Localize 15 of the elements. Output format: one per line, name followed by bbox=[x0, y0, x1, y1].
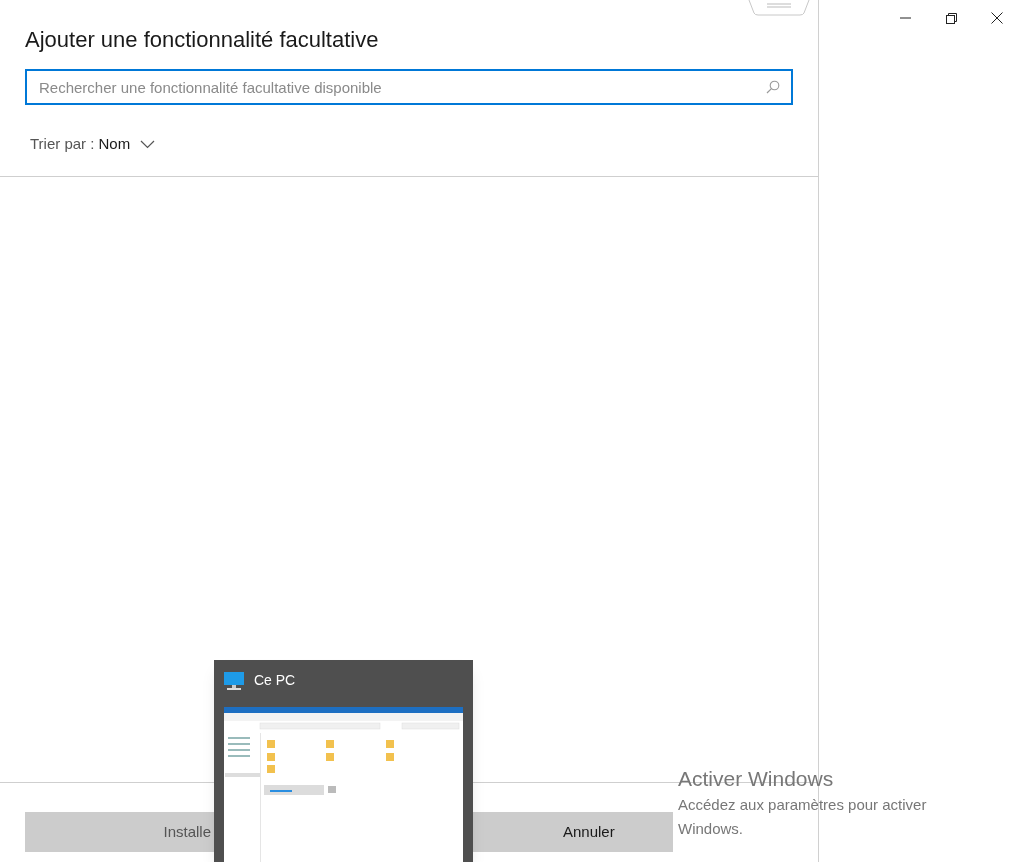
window-preview-tooltip[interactable]: Ce PC bbox=[214, 660, 473, 862]
minimize-icon bbox=[899, 17, 911, 19]
search-icon bbox=[766, 80, 780, 94]
search-field[interactable]: Rechercher une fonctionnalité facultative disponible bbox=[25, 69, 793, 105]
sort-label: Trier par : bbox=[30, 134, 95, 154]
activation-title: Activer Windows bbox=[678, 766, 835, 792]
computer-icon bbox=[224, 670, 244, 691]
sort-dropdown[interactable]: Nom bbox=[98, 133, 156, 156]
activation-message: Accédez aux paramètres pour activer Windows. bbox=[678, 795, 928, 839]
restore-icon bbox=[945, 12, 957, 24]
dialog-title: Ajouter une fonctionnalité facultative bbox=[24, 26, 380, 54]
preview-title: Ce PC bbox=[254, 671, 296, 690]
chevron-down-icon bbox=[140, 139, 156, 149]
close-icon bbox=[991, 12, 1003, 24]
install-button[interactable]: Installe bbox=[25, 812, 214, 852]
